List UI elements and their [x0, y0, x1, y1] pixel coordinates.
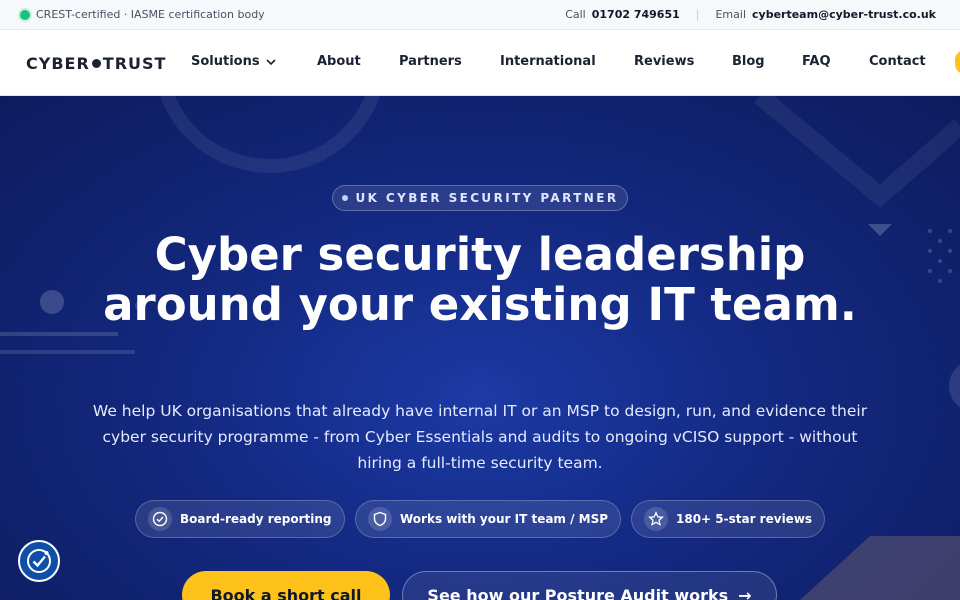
top-info-bar: CREST-certified · IASME certification bo… — [0, 0, 960, 30]
button-label: Book a short call — [210, 585, 362, 600]
nav-label: Solutions — [191, 54, 260, 69]
certification-note: CREST-certified · IASME certification bo… — [20, 8, 265, 21]
email-link[interactable]: cyberteam@cyber-trust.co.uk — [752, 8, 936, 21]
badge-text: UK CYBER SECURITY PARTNER — [355, 191, 619, 205]
nav-label: Partners — [399, 54, 462, 69]
nav-label: Reviews — [634, 54, 695, 69]
star-icon — [644, 507, 668, 531]
pill-label: Works with your IT team / MSP — [400, 512, 609, 526]
call-label: Call — [565, 8, 586, 21]
nav-item-solutions[interactable]: Solutions — [191, 54, 276, 69]
main-navigation: CYBER TRUST Solutions About Partners Int… — [0, 30, 960, 96]
nav-item-partners[interactable]: Partners — [399, 54, 462, 69]
feature-pill-reviews: 180+ 5-star reviews — [631, 500, 826, 538]
pill-label: 180+ 5-star reviews — [676, 512, 813, 526]
nav-label: Contact — [869, 54, 926, 69]
posture-audit-button[interactable]: See how our Posture Audit works → — [402, 571, 777, 600]
book-call-button[interactable]: Book a short call — [182, 571, 390, 600]
contact-info: Call 01702 749651 | Email cyberteam@cybe… — [565, 8, 936, 21]
feature-pill-reporting: Board-ready reporting — [135, 500, 345, 538]
logo-text-right: TRUST — [102, 54, 167, 73]
nav-label: Blog — [732, 54, 765, 69]
nav-label: About — [317, 54, 361, 69]
nav-label: International — [500, 54, 596, 69]
nav-label: FAQ — [802, 54, 831, 69]
logo-text-left: CYBER — [26, 54, 90, 73]
status-dot-icon — [20, 9, 30, 20]
hero-headline: Cyber security leadership around your ex… — [103, 228, 857, 331]
site-logo[interactable]: CYBER TRUST — [26, 54, 166, 73]
pill-label: Board-ready reporting — [180, 512, 332, 526]
hero-section: UK CYBER SECURITY PARTNER Cyber security… — [0, 96, 960, 600]
nav-item-reviews[interactable]: Reviews — [634, 54, 694, 69]
arrow-right-icon: → — [738, 585, 752, 600]
feature-pill-it-team: Works with your IT team / MSP — [355, 500, 622, 538]
accessibility-icon — [27, 549, 51, 573]
nav-item-about[interactable]: About — [317, 54, 361, 69]
nav-item-international[interactable]: International — [500, 54, 596, 69]
certification-text: CREST-certified · IASME certification bo… — [36, 8, 265, 21]
button-label: See how our Posture Audit works — [427, 585, 729, 600]
nav-item-faq[interactable]: FAQ — [802, 54, 831, 69]
phone-link[interactable]: 01702 749651 — [592, 8, 680, 21]
check-circle-icon — [148, 507, 172, 531]
divider: | — [695, 8, 700, 21]
globe-icon — [91, 59, 101, 68]
hero-badge: UK CYBER SECURITY PARTNER — [332, 185, 628, 211]
chevron-down-icon — [266, 58, 276, 65]
badge-dot-icon — [341, 195, 348, 201]
nav-item-contact[interactable]: Contact — [869, 54, 926, 69]
nav-item-blog[interactable]: Blog — [732, 54, 765, 69]
accessibility-widget-button[interactable] — [18, 540, 60, 582]
shield-icon — [368, 507, 392, 531]
hero-subheading: We help UK organisations that already ha… — [92, 402, 868, 472]
email-label: Email — [715, 8, 747, 21]
